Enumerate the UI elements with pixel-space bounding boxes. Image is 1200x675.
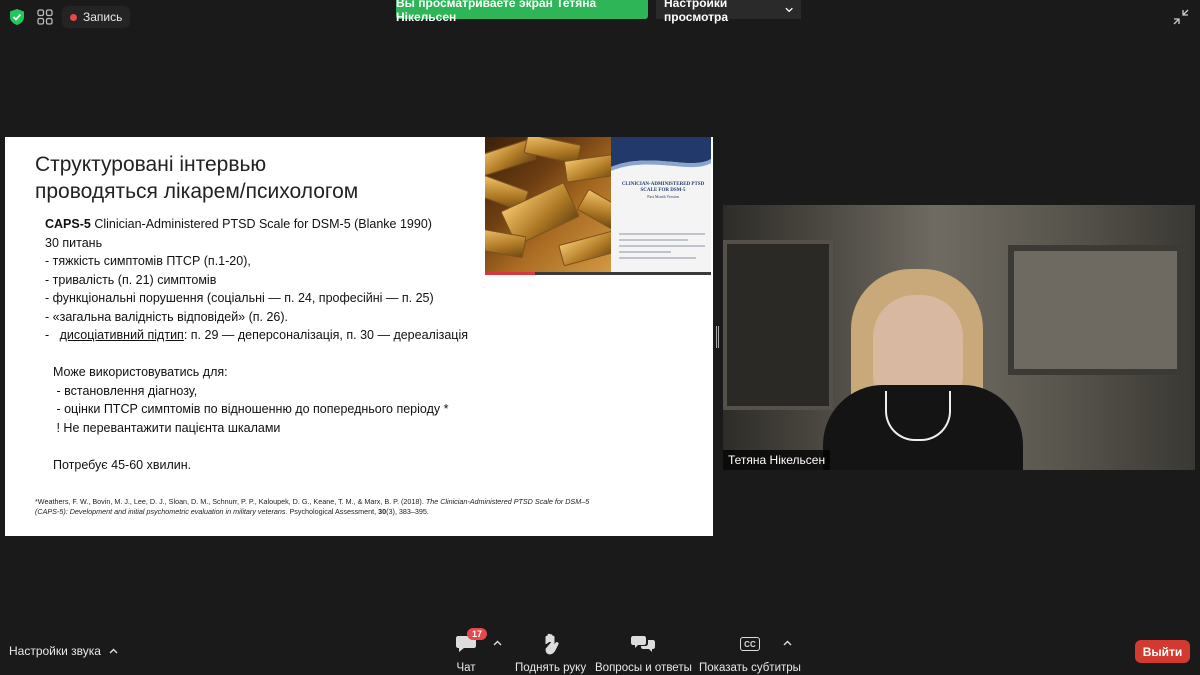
audio-settings-button[interactable]: Настройки звука <box>9 644 118 658</box>
caps-heading: CAPS-5 Clinician-Administered PTSD Scale… <box>45 215 515 234</box>
show-captions-button[interactable]: CC Показать субтитры <box>699 632 801 674</box>
top-left-controls: Запись <box>6 6 131 28</box>
shared-slide: Структуровані інтервью проводяться лікар… <box>5 137 713 536</box>
usage-item: - оцінки ПТСР симптомів по відношенню до… <box>53 402 449 416</box>
view-options-dropdown[interactable]: Настройки просмотра <box>656 0 801 24</box>
slide-title-line1: Структуровані інтервью <box>35 153 267 176</box>
chat-button[interactable]: 17 Чат <box>455 628 488 674</box>
ref-plain: *Weathers, F. W., Bovin, M. J., Lee, D. … <box>35 497 426 506</box>
ref-pages: (3), 383–395. <box>386 507 429 516</box>
leave-button[interactable]: Выйти <box>1135 640 1190 663</box>
security-shield-icon[interactable] <box>6 6 28 28</box>
participant-video[interactable]: Тетяна Нікельсен <box>723 205 1195 470</box>
captions-icon: CC <box>739 632 760 656</box>
slide-body: CAPS-5 Clinician-Administered PTSD Scale… <box>45 215 515 474</box>
slide-title-line2: проводяться лікарем/психологом <box>35 180 359 203</box>
bullet: - функціональні порушення (соціальні — п… <box>45 291 434 305</box>
dissoc-rest: : п. 29 — деперсоналізація, п. 30 — дере… <box>183 328 468 342</box>
slide-progress-fill <box>485 272 535 275</box>
exit-fullscreen-icon[interactable] <box>1172 8 1190 26</box>
captions-label: Показать субтитры <box>699 662 801 674</box>
ref-volume: 30 <box>378 507 387 516</box>
ref-journal: Psychological Assessment, <box>287 507 379 516</box>
caps5-document-cover-image: CLINICIAN-ADMINISTERED PTSD SCALE FOR DS… <box>611 137 711 275</box>
caps-rest: Clinician-Administered PTSD Scale for DS… <box>90 217 432 231</box>
usage-item: ! Не перевантажити пацієнта шкалами <box>53 420 281 435</box>
slide-title: Структуровані інтервью проводяться лікар… <box>35 151 475 205</box>
dissoc-underlined: дисоціативний підтип <box>59 328 184 342</box>
chevron-down-icon <box>785 7 793 12</box>
chat-label: Чат <box>456 662 476 674</box>
view-options-label: Настройки просмотра <box>664 0 729 24</box>
view-grid-icon[interactable] <box>34 6 56 28</box>
qa-label: Вопросы и ответы <box>595 662 692 674</box>
slide-reference: *Weathers, F. W., Bovin, M. J., Lee, D. … <box>35 497 595 517</box>
screen-share-banner: Вы просматриваете экран Тетяна Нікельсен <box>396 0 648 24</box>
background-picture-frame <box>1008 245 1183 375</box>
participant-name-tag: Тетяна Нікельсен <box>723 450 831 470</box>
duration-text: Потребує 45-60 хвилин. <box>53 457 192 472</box>
usage-heading: Може використовуватись для: <box>53 365 228 379</box>
recording-indicator[interactable]: Запись <box>62 6 131 28</box>
chat-icon: 17 <box>455 628 488 656</box>
audio-settings-label: Настройки звука <box>9 644 101 658</box>
dissoc-prefix: - <box>45 328 60 342</box>
captions-options-chevron-up-icon[interactable] <box>783 640 792 646</box>
resize-handle[interactable] <box>716 326 719 348</box>
doc-cover-title: CLINICIAN-ADMINISTERED PTSD SCALE FOR DS… <box>621 182 705 199</box>
bullet: - «загальна валідність відповідей» (п. 2… <box>45 309 289 324</box>
hand-icon <box>542 632 560 656</box>
background-picture-frame <box>723 240 833 410</box>
caps-bold: CAPS-5 <box>45 217 91 231</box>
items-count: 30 питань <box>45 235 103 250</box>
chat-unread-badge: 17 <box>467 628 488 640</box>
raise-hand-label: Поднять руку <box>515 662 587 674</box>
bullet-dissociative: - дисоціативний підтип: п. 29 — деперсон… <box>45 326 515 345</box>
qa-button[interactable]: Вопросы и ответы <box>595 632 692 674</box>
qa-icon <box>631 632 656 656</box>
bullet: - тривалість (п. 21) симптомів <box>45 272 217 287</box>
raise-hand-button[interactable]: Поднять руку <box>515 632 586 674</box>
doc-cover-lines <box>619 233 705 269</box>
slide-progress-bar <box>485 272 711 275</box>
usage-item: - встановлення діагнозу, <box>53 383 198 398</box>
chat-options-chevron-up-icon[interactable] <box>493 640 502 646</box>
record-dot-icon <box>70 13 77 21</box>
record-label: Запись <box>83 10 123 24</box>
gold-bars-image <box>485 137 611 275</box>
chevron-up-icon <box>109 648 118 654</box>
bullet: - тяжкість симптомів ПТСР (п.1-20), <box>45 254 251 268</box>
